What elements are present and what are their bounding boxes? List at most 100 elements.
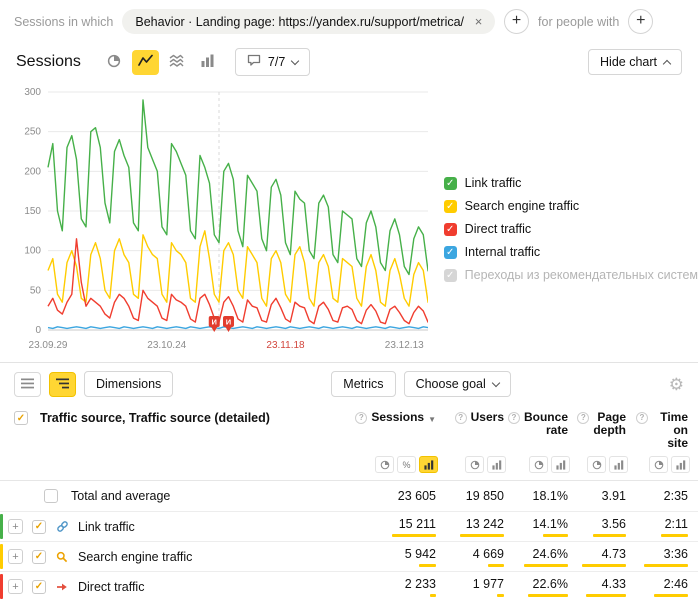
metric-cell: 13 242 — [446, 517, 514, 537]
stacked-chart-type-button[interactable] — [163, 50, 190, 75]
metric-bar — [524, 564, 568, 567]
table-row[interactable]: +✓Direct traffic2 2331 97722.6%4.332:46 — [0, 571, 698, 601]
dimensions-button[interactable]: Dimensions — [84, 371, 173, 397]
metric-bar — [497, 594, 504, 597]
col-header-page-depth[interactable]: ? Page depth — [578, 411, 636, 437]
metric-bar — [593, 534, 626, 537]
link-icon — [55, 520, 69, 533]
row-checkbox[interactable]: ✓ — [32, 580, 46, 594]
bars-display-button[interactable] — [487, 456, 506, 473]
legend-label: Link traffic — [465, 176, 522, 190]
percent-display-button[interactable]: % — [397, 456, 416, 473]
legend-item[interactable]: ✓Direct traffic — [444, 222, 698, 236]
add-people-filter-button[interactable]: + — [628, 9, 653, 34]
column-chart-icon — [201, 54, 214, 70]
metric-bar — [460, 534, 504, 537]
expand-button[interactable]: + — [8, 579, 23, 594]
metrics-button[interactable]: Metrics — [331, 371, 395, 397]
metric-bar — [582, 564, 626, 567]
legend-checkbox[interactable]: ✓ — [444, 223, 457, 236]
total-users: 19 850 — [466, 489, 504, 503]
expand-button[interactable]: + — [8, 549, 23, 564]
metric-cell: 4 669 — [446, 547, 514, 567]
metric-info-icon[interactable]: ? — [455, 412, 467, 424]
col-header-time-on-site[interactable]: ? Time on site — [636, 411, 698, 450]
legend-checkbox[interactable]: ✓ — [444, 269, 457, 282]
pie-display-button[interactable] — [587, 456, 606, 473]
pie-chart-type-button[interactable] — [101, 50, 128, 75]
chart-header: Sessions 7/7 Hide chart — [0, 40, 698, 84]
table-row[interactable]: +✓Link traffic15 21113 24214.1%3.562:11 — [0, 511, 698, 541]
svg-text:100: 100 — [24, 246, 41, 257]
column-chart-type-button[interactable] — [194, 50, 221, 75]
total-time-on-site: 2:35 — [664, 489, 688, 503]
metric-bar — [419, 564, 436, 567]
search-icon — [55, 551, 69, 563]
total-checkbox[interactable] — [44, 489, 58, 503]
chart-legend: ✓ Link traffic ✓ Search engine traffic ✓Dire… — [444, 176, 698, 354]
metric-bar — [586, 594, 626, 597]
svg-text:50: 50 — [30, 285, 42, 296]
series-color-stripe — [0, 574, 3, 599]
tree-view-button[interactable] — [49, 372, 76, 397]
metric-cell: 4.33 — [578, 577, 636, 597]
tree-icon — [56, 377, 69, 392]
header-checkbox[interactable]: ✓ — [14, 411, 28, 425]
chevron-up-icon — [663, 59, 671, 67]
list-icon — [21, 377, 34, 392]
bars-display-button[interactable] — [419, 456, 438, 473]
bars-display-button[interactable] — [551, 456, 570, 473]
legend-label: Internal traffic — [465, 245, 541, 259]
metric-cell: 5 942 — [358, 547, 446, 567]
pie-display-button[interactable] — [649, 456, 668, 473]
legend-label: Search engine traffic — [465, 199, 579, 213]
choose-goal-button[interactable]: Choose goal — [404, 371, 511, 397]
legend-item[interactable]: ✓Переходы из рекомендательных систем — [444, 268, 698, 282]
row-checkbox[interactable]: ✓ — [32, 520, 46, 534]
col-header-sessions[interactable]: ? Sessions ▼ — [358, 411, 446, 426]
svg-text:0: 0 — [35, 325, 41, 336]
metric-info-icon[interactable]: ? — [508, 412, 520, 424]
col-header-users[interactable]: ? Users — [446, 411, 514, 424]
metric-bar — [392, 534, 436, 537]
legend-item[interactable]: ✓ Link traffic — [444, 176, 698, 190]
metric-info-icon[interactable]: ? — [577, 412, 589, 424]
pie-display-button[interactable] — [529, 456, 548, 473]
metric-info-icon[interactable]: ? — [355, 412, 367, 424]
flat-list-view-button[interactable] — [14, 372, 41, 397]
row-checkbox[interactable]: ✓ — [32, 550, 46, 564]
filter-chip-text: Behavior · Landing page: https://yandex.… — [135, 15, 464, 29]
line-chart-type-button[interactable] — [132, 50, 159, 75]
add-session-filter-button[interactable]: + — [504, 9, 529, 34]
filter-bar: Sessions in which Behavior · Landing pag… — [0, 0, 698, 40]
metric-info-icon[interactable]: ? — [636, 412, 648, 424]
legend-item[interactable]: ✓ Search engine traffic — [444, 199, 698, 213]
hide-chart-button[interactable]: Hide chart — [588, 49, 682, 75]
filter-chip[interactable]: Behavior · Landing page: https://yandex.… — [122, 9, 495, 34]
legend-checkbox[interactable]: ✓ — [444, 246, 457, 259]
gear-icon[interactable]: ⚙ — [669, 376, 684, 393]
series-color-stripe — [0, 544, 3, 569]
expand-button[interactable]: + — [8, 519, 23, 534]
arrow-icon — [55, 581, 69, 593]
metric-bar — [543, 534, 568, 537]
pie-display-button[interactable] — [375, 456, 394, 473]
legend-checkbox[interactable]: ✓ — [444, 200, 457, 213]
chart-area: 05010015020025030023.09.2923.10.2423.11.… — [0, 84, 698, 354]
col-header-bounce-rate[interactable]: ? Bounce rate — [514, 411, 578, 437]
bars-display-button[interactable] — [671, 456, 690, 473]
comment-icon — [247, 54, 261, 70]
legend-checkbox[interactable]: ✓ — [444, 177, 457, 190]
legend-item[interactable]: ✓ Internal traffic — [444, 245, 698, 259]
metric-cell: 2:46 — [636, 577, 698, 597]
table-row[interactable]: +✓Search engine traffic5 9424 66924.6%4.… — [0, 541, 698, 571]
close-icon[interactable]: × — [471, 14, 486, 29]
bars-display-button[interactable] — [609, 456, 628, 473]
sessions-chart[interactable]: 05010015020025030023.09.2923.10.2423.11.… — [10, 84, 428, 354]
segments-button[interactable]: 7/7 — [235, 48, 310, 76]
page-title: Sessions — [16, 53, 81, 71]
total-label: Total and average — [71, 489, 170, 503]
svg-text:И: И — [212, 318, 217, 327]
metric-cell: 3.56 — [578, 517, 636, 537]
pie-display-button[interactable] — [465, 456, 484, 473]
